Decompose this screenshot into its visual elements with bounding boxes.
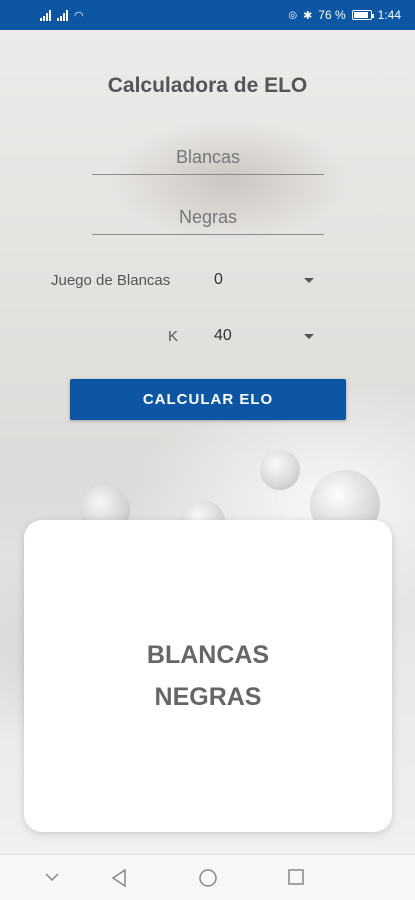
result-card: BLANCAS NEGRAS bbox=[24, 520, 392, 832]
back-icon[interactable] bbox=[110, 868, 128, 888]
chevron-down-icon bbox=[304, 333, 314, 339]
chevron-down-icon bbox=[304, 277, 314, 283]
game-result-label: Juego de Blancas bbox=[51, 272, 171, 289]
navigation-bar bbox=[0, 854, 415, 900]
status-bar-left: ◠ bbox=[40, 9, 84, 22]
vibrate-icon: ◎ bbox=[288, 9, 298, 21]
status-bar-right: ◎ ✱ 76 % 1:44 bbox=[288, 8, 401, 22]
game-result-value: 0 bbox=[214, 271, 223, 288]
home-icon[interactable] bbox=[198, 868, 218, 888]
white-result-text: BLANCAS bbox=[146, 641, 270, 669]
signal-icon bbox=[40, 9, 51, 21]
game-result-select[interactable]: 0 bbox=[214, 268, 318, 292]
signal-icon bbox=[57, 9, 68, 21]
k-factor-select[interactable]: 40 bbox=[214, 324, 318, 348]
wifi-icon: ◠ bbox=[74, 9, 84, 22]
page-title: Calculadora de ELO bbox=[107, 74, 308, 97]
battery-percent: 76 % bbox=[318, 8, 346, 22]
status-bar: ◠ ◎ ✱ 76 % 1:44 bbox=[0, 0, 415, 30]
k-factor-value: 40 bbox=[214, 327, 232, 344]
bluetooth-icon: ✱ bbox=[303, 9, 313, 22]
battery-icon bbox=[351, 10, 374, 20]
black-result-text: NEGRAS bbox=[154, 683, 262, 711]
clock: 1:44 bbox=[377, 8, 401, 22]
calculate-elo-button[interactable]: CALCULAR ELO bbox=[70, 379, 346, 420]
chevron-down-icon[interactable] bbox=[44, 871, 60, 883]
white-rating-input[interactable]: Blancas bbox=[92, 139, 324, 175]
recents-icon[interactable] bbox=[287, 868, 305, 886]
chess-piece-image bbox=[260, 450, 300, 490]
black-rating-input[interactable]: Negras bbox=[92, 199, 324, 235]
k-factor-label: K bbox=[168, 328, 179, 345]
